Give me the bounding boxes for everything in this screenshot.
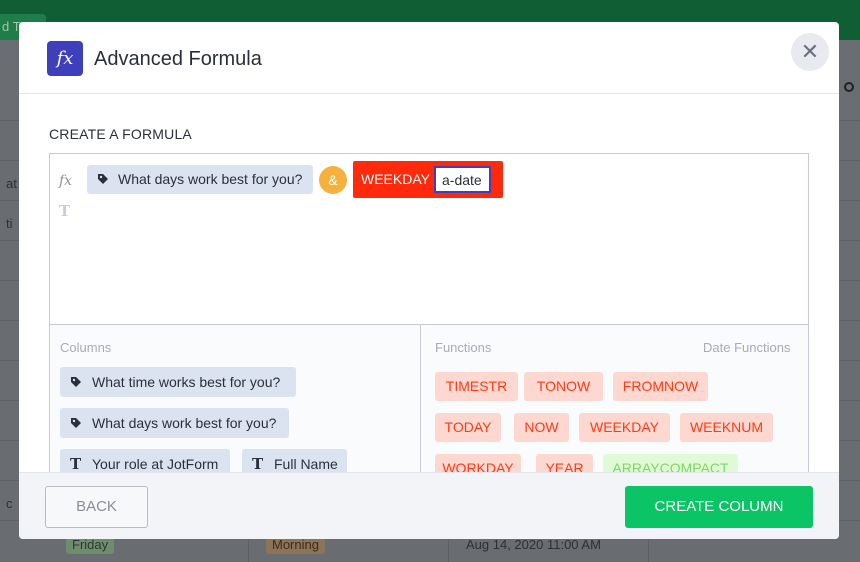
column-item[interactable]: What days work best for you? [60,408,289,438]
function-chip[interactable]: FROMNOW [613,372,708,401]
formula-icon: fx [47,41,83,76]
formula-editor[interactable]: fx T What days work best for you? & WEEK… [49,153,809,325]
view-icon [844,82,854,92]
column-item-label: What time works best for you? [92,374,281,390]
function-chip[interactable]: NOW [514,413,569,442]
function-chip[interactable]: TIMESTR [435,372,518,401]
table-cell: Aug 14, 2020 11:00 AM [466,537,601,552]
functions-panel-title: Functions [435,340,492,355]
tag-icon [98,174,108,184]
concat-operator-token[interactable]: & [319,166,347,194]
column-item[interactable]: What time works best for you? [60,367,296,397]
advanced-formula-dialog: fx Advanced Formula ✕ CREATE A FORMULA f… [19,22,839,539]
dialog-title: Advanced Formula [94,48,262,70]
column-item-label: Your role at JotForm [92,456,219,472]
column-item[interactable]: T Full Name [242,449,347,472]
column-token-label: What days work best for you? [118,171,303,187]
close-button[interactable]: ✕ [791,33,829,71]
text-icon: T [70,455,82,472]
function-chip[interactable]: WEEKNUM [680,413,773,442]
tag-icon [71,377,81,387]
partial-label: c [6,496,13,511]
function-category-label[interactable]: Date Functions [703,340,790,355]
tag-icon [71,418,81,428]
section-label: CREATE A FORMULA [49,126,192,142]
function-chip[interactable]: WORKDAY [435,454,521,472]
text-icon: T [59,202,71,220]
column-item-label: Full Name [274,456,338,472]
back-button[interactable]: BACK [45,486,148,528]
function-chip[interactable]: TODAY [435,413,501,442]
function-chip[interactable]: YEAR [536,454,593,472]
columns-panel: Columns What time works best for you? Wh… [50,325,421,472]
formula-column-token[interactable]: What days work best for you? [87,165,313,194]
function-argument-input[interactable] [434,166,491,193]
function-chip[interactable]: WEEKDAY [579,413,670,442]
columns-panel-title: Columns [60,340,112,355]
function-chip[interactable]: ARRAYCOMPACT [603,454,738,472]
function-icon: fx [59,173,73,189]
formula-function-token[interactable]: WEEKDAY [353,161,503,198]
column-item[interactable]: T Your role at JotForm [60,449,230,472]
text-icon: T [252,455,264,472]
function-chip[interactable]: TONOW [524,372,603,401]
partial-label: at [6,176,17,191]
dialog-header: fx Advanced Formula ✕ [19,22,839,94]
column-item-label: What days work best for you? [92,415,277,431]
partial-label: ti [6,216,13,231]
function-token-name: WEEKDAY [361,171,430,187]
formula-helper-panels: Columns What time works best for you? Wh… [49,324,809,472]
close-icon: ✕ [800,39,820,64]
create-column-button[interactable]: CREATE COLUMN [625,486,813,528]
functions-panel: Functions Date Functions TIMESTR TONOW F… [421,325,808,472]
dialog-footer: BACK CREATE COLUMN [19,472,839,539]
